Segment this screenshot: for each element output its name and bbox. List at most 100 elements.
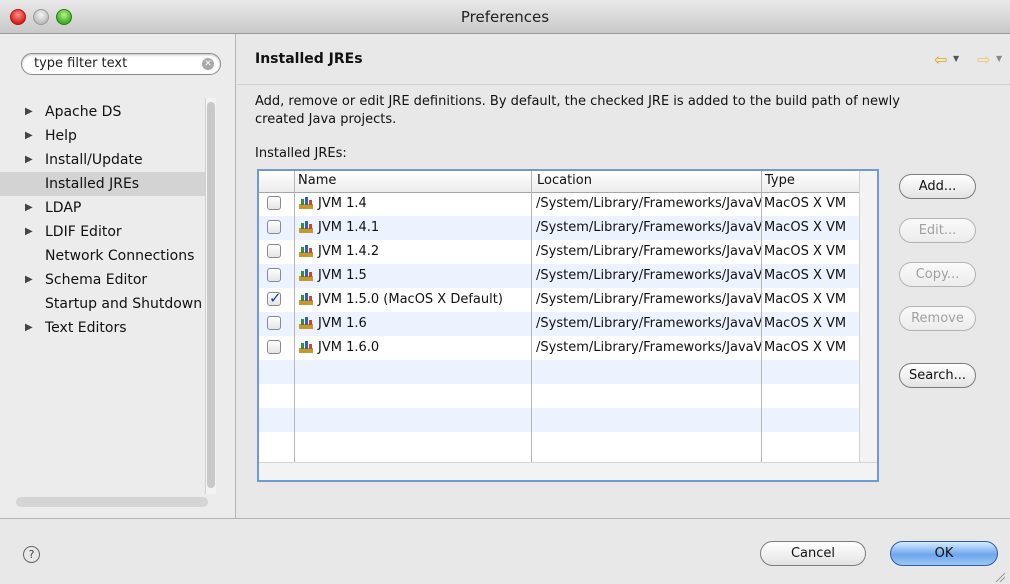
tree-item-ldif-editor[interactable]: ▶ LDIF Editor [0, 220, 205, 244]
cancel-button[interactable]: Cancel [760, 541, 866, 566]
forward-history-dropdown-icon[interactable]: ▼ [996, 54, 1002, 63]
jre-location: /System/Library/Frameworks/JavaVM.framew… [536, 292, 763, 307]
jre-library-icon [299, 245, 313, 257]
search-button[interactable]: Search... [899, 363, 976, 388]
tree-item-schema-editor[interactable]: ▶ Schema Editor [0, 268, 205, 292]
empty-table-row [259, 384, 859, 408]
tree-item-help[interactable]: ▶ Help [0, 124, 205, 148]
jre-type: MacOS X VM [764, 340, 847, 355]
jre-name: JVM 1.6.0 [318, 340, 380, 355]
tree-item-text-editors[interactable]: ▶ Text Editors [0, 316, 205, 340]
jre-checkbox[interactable] [267, 220, 281, 234]
remove-button[interactable]: Remove [899, 306, 976, 331]
table-row[interactable]: JVM 1.6.0/System/Library/Frameworks/Java… [259, 336, 859, 360]
jre-type: MacOS X VM [764, 244, 847, 259]
jre-name: JVM 1.4 [318, 196, 367, 211]
table-row[interactable]: JVM 1.4.1/System/Library/Frameworks/Java… [259, 216, 859, 240]
tree-item-startup-and-shutdown[interactable]: Startup and Shutdown [0, 292, 205, 316]
edit-button[interactable]: Edit... [899, 218, 976, 243]
tree-item-install-update[interactable]: ▶ Install/Update [0, 148, 205, 172]
jre-location: /System/Library/Frameworks/JavaVM.framew… [536, 316, 763, 331]
help-icon[interactable]: ? [23, 546, 40, 563]
jre-checkbox[interactable] [267, 244, 281, 258]
resize-grip-icon[interactable] [994, 571, 1006, 583]
table-row[interactable]: JVM 1.4/System/Library/Frameworks/JavaV M… [259, 192, 859, 216]
jre-type: MacOS X VM [764, 196, 847, 211]
jre-name: JVM 1.5 [318, 268, 367, 283]
jre-library-icon [299, 221, 313, 233]
table-vertical-scrollbar[interactable] [859, 171, 877, 462]
jre-library-icon [299, 197, 313, 209]
jre-location: /System/Library/Frameworks/JavaVM.framew… [536, 220, 763, 235]
jre-name: JVM 1.6 [318, 316, 367, 331]
table-row[interactable]: JVM 1.6/System/Library/Frameworks/JavaV M… [259, 312, 859, 336]
add-button[interactable]: Add... [899, 174, 976, 199]
back-history-dropdown-icon[interactable]: ▼ [953, 54, 959, 63]
expand-arrow-icon[interactable]: ▶ [25, 124, 33, 148]
expand-arrow-icon[interactable]: ▶ [25, 220, 33, 244]
forward-arrow-icon[interactable]: ⇨ [977, 50, 990, 69]
tree-item-network-connections[interactable]: Network Connections [0, 244, 205, 268]
expand-arrow-icon[interactable]: ▶ [25, 196, 33, 220]
expand-arrow-icon[interactable]: ▶ [25, 268, 33, 292]
column-divider[interactable] [761, 171, 762, 464]
jre-location: /System/Library/Frameworks/JavaVM.framew… [536, 196, 763, 211]
jre-library-icon [299, 341, 313, 353]
jre-checkbox[interactable] [267, 196, 281, 210]
tree-item-label: Installed JREs [45, 176, 140, 192]
sidebar-vertical-scrollbar[interactable] [205, 98, 216, 494]
table-row[interactable]: JVM 1.5/System/Library/Frameworks/JavaV M… [259, 264, 859, 288]
empty-table-row [259, 360, 859, 384]
jre-type: MacOS X VM [764, 220, 847, 235]
jre-checkbox[interactable] [267, 268, 281, 282]
installed-jres-label: Installed JREs: [255, 146, 347, 161]
column-header-location[interactable]: Location [537, 173, 592, 188]
table-horizontal-scrollbar[interactable] [259, 462, 877, 480]
tree-item-label: Startup and Shutdown [45, 296, 203, 312]
jre-location: /System/Library/Frameworks/JavaVM.framew… [536, 268, 763, 283]
jre-type: MacOS X VM [764, 268, 847, 283]
table-row[interactable]: JVM 1.4.2/System/Library/Frameworks/Java… [259, 240, 859, 264]
copy-button[interactable]: Copy... [899, 262, 976, 287]
tree-item-apache-ds[interactable]: ▶ Apache DS [0, 100, 205, 124]
description-line: Add, remove or edit JRE definitions. By … [255, 94, 900, 109]
jre-type: MacOS X VM [764, 316, 847, 331]
column-header-type[interactable]: Type [765, 173, 795, 188]
tree-item-label: Network Connections [45, 248, 195, 264]
preferences-sidebar: type filter text ✕ ▶ Apache DS ▶ Help ▶ Ins… [0, 34, 236, 518]
expand-arrow-icon[interactable]: ▶ [25, 148, 33, 172]
ok-button[interactable]: OK [890, 541, 998, 566]
column-divider[interactable] [531, 171, 532, 464]
empty-table-row [259, 408, 859, 432]
tree-item-installed-jres[interactable]: Installed JREs [0, 172, 205, 196]
back-arrow-icon[interactable]: ⇦ [934, 50, 947, 69]
jre-checkbox[interactable]: ✓ [267, 289, 282, 307]
jre-location: /System/Library/Frameworks/JavaVM.framew… [536, 340, 763, 355]
filter-input[interactable]: type filter text ✕ [21, 53, 221, 75]
tree-item-label: Help [45, 128, 77, 144]
sidebar-horizontal-scrollbar[interactable] [16, 497, 208, 507]
tree-item-label: Install/Update [45, 152, 143, 168]
page-description: Add, remove or edit JRE definitions. By … [255, 93, 985, 129]
jre-checkbox[interactable] [267, 340, 281, 354]
table-row[interactable]: ✓ JVM 1.5.0 (MacOS X Default) /System/Libr… [259, 288, 859, 312]
window-title: Preferences [460, 8, 550, 26]
jre-library-icon [299, 269, 313, 281]
column-divider [294, 171, 295, 464]
page-title: Installed JREs [255, 51, 363, 67]
page-header: Installed JREs ⇦ ▼ ⇨ ▼ [237, 34, 1010, 85]
jre-checkbox[interactable] [267, 316, 281, 330]
table-header: Name Location Type [259, 171, 859, 193]
tree-item-ldap[interactable]: ▶ LDAP [0, 196, 205, 220]
expand-arrow-icon[interactable]: ▶ [25, 316, 33, 340]
sidebar-scroll-thumb[interactable] [207, 102, 215, 488]
preference-tree: ▶ Apache DS ▶ Help ▶ Install/Update Install… [0, 100, 205, 340]
tree-item-label: LDAP [45, 200, 82, 216]
jre-name: JVM 1.5.0 (MacOS X Default) [318, 292, 503, 307]
expand-arrow-icon[interactable]: ▶ [25, 100, 33, 124]
jre-name: JVM 1.4.2 [318, 244, 380, 259]
clear-filter-icon[interactable]: ✕ [202, 58, 214, 70]
jre-library-icon [299, 317, 313, 329]
column-header-name[interactable]: Name [298, 173, 336, 188]
installed-jres-table[interactable]: Name Location Type JVM 1.4/System/Librar… [257, 169, 879, 482]
